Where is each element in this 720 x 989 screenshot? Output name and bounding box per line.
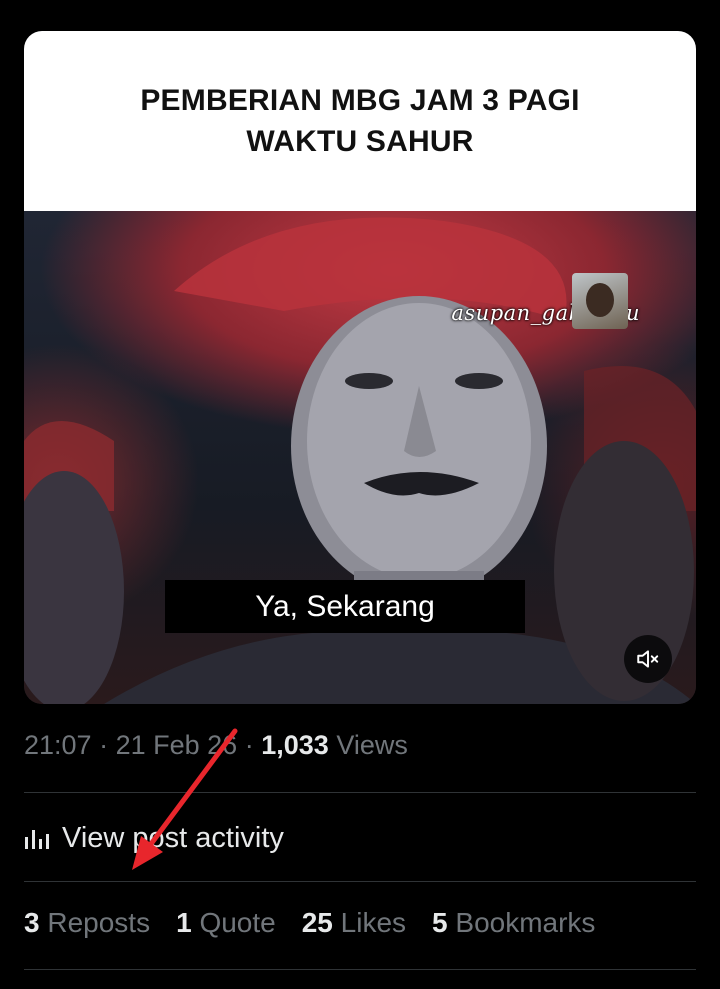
speaker-muted-icon — [637, 650, 659, 668]
likes-count: 25 — [301, 907, 333, 938]
video-frame[interactable]: asupan_gabutmu Ya, Sekarang — [24, 211, 696, 704]
video-subtitle: Ya, Sekarang — [255, 589, 435, 623]
watermark-avatar — [572, 273, 628, 329]
reposts-count: 3 — [24, 907, 40, 938]
post-date[interactable]: 21 Feb 26 — [116, 730, 238, 760]
divider — [24, 792, 696, 793]
post-meta: 21:07 · 21 Feb 26 · 1,033 Views — [24, 730, 408, 761]
views-label: Views — [336, 730, 408, 760]
video-subtitle-box: Ya, Sekarang — [165, 580, 525, 633]
quotes-label: Quote — [199, 907, 276, 938]
divider — [24, 881, 696, 882]
view-post-activity-label: View post activity — [62, 821, 284, 854]
reposts-label: Reposts — [47, 907, 151, 938]
quotes-stat[interactable]: 1 Quote — [176, 907, 276, 939]
likes-stat[interactable]: 25 Likes — [302, 907, 406, 939]
view-post-activity-link[interactable]: View post activity — [24, 818, 284, 858]
engagement-stats: 3 Reposts 1 Quote 25 Likes 5 Bookmarks — [24, 907, 621, 939]
views-count: 1,033 — [261, 730, 329, 760]
reposts-stat[interactable]: 3 Reposts — [24, 907, 150, 939]
post-media[interactable]: PEMBERIAN MBG JAM 3 PAGI WAKTU SAHUR asu… — [24, 31, 696, 704]
meta-separator: · — [244, 730, 254, 760]
bar-chart-icon — [25, 830, 49, 849]
bookmarks-stat[interactable]: 5 Bookmarks — [432, 907, 595, 939]
caption-line-1: PEMBERIAN MBG JAM 3 PAGI — [140, 84, 580, 117]
post-time[interactable]: 21:07 — [24, 730, 92, 760]
video-caption: PEMBERIAN MBG JAM 3 PAGI WAKTU SAHUR — [80, 80, 640, 162]
mute-button[interactable] — [624, 635, 672, 683]
caption-line-2: WAKTU SAHUR — [246, 125, 474, 158]
meta-separator: · — [99, 730, 109, 760]
bookmarks-count: 5 — [432, 907, 448, 938]
watermark: asupan_gabutmu — [451, 273, 640, 329]
bookmarks-label: Bookmarks — [455, 907, 596, 938]
likes-label: Likes — [340, 907, 407, 938]
quotes-count: 1 — [176, 907, 192, 938]
divider — [24, 969, 696, 970]
video-caption-band: PEMBERIAN MBG JAM 3 PAGI WAKTU SAHUR — [24, 31, 696, 211]
